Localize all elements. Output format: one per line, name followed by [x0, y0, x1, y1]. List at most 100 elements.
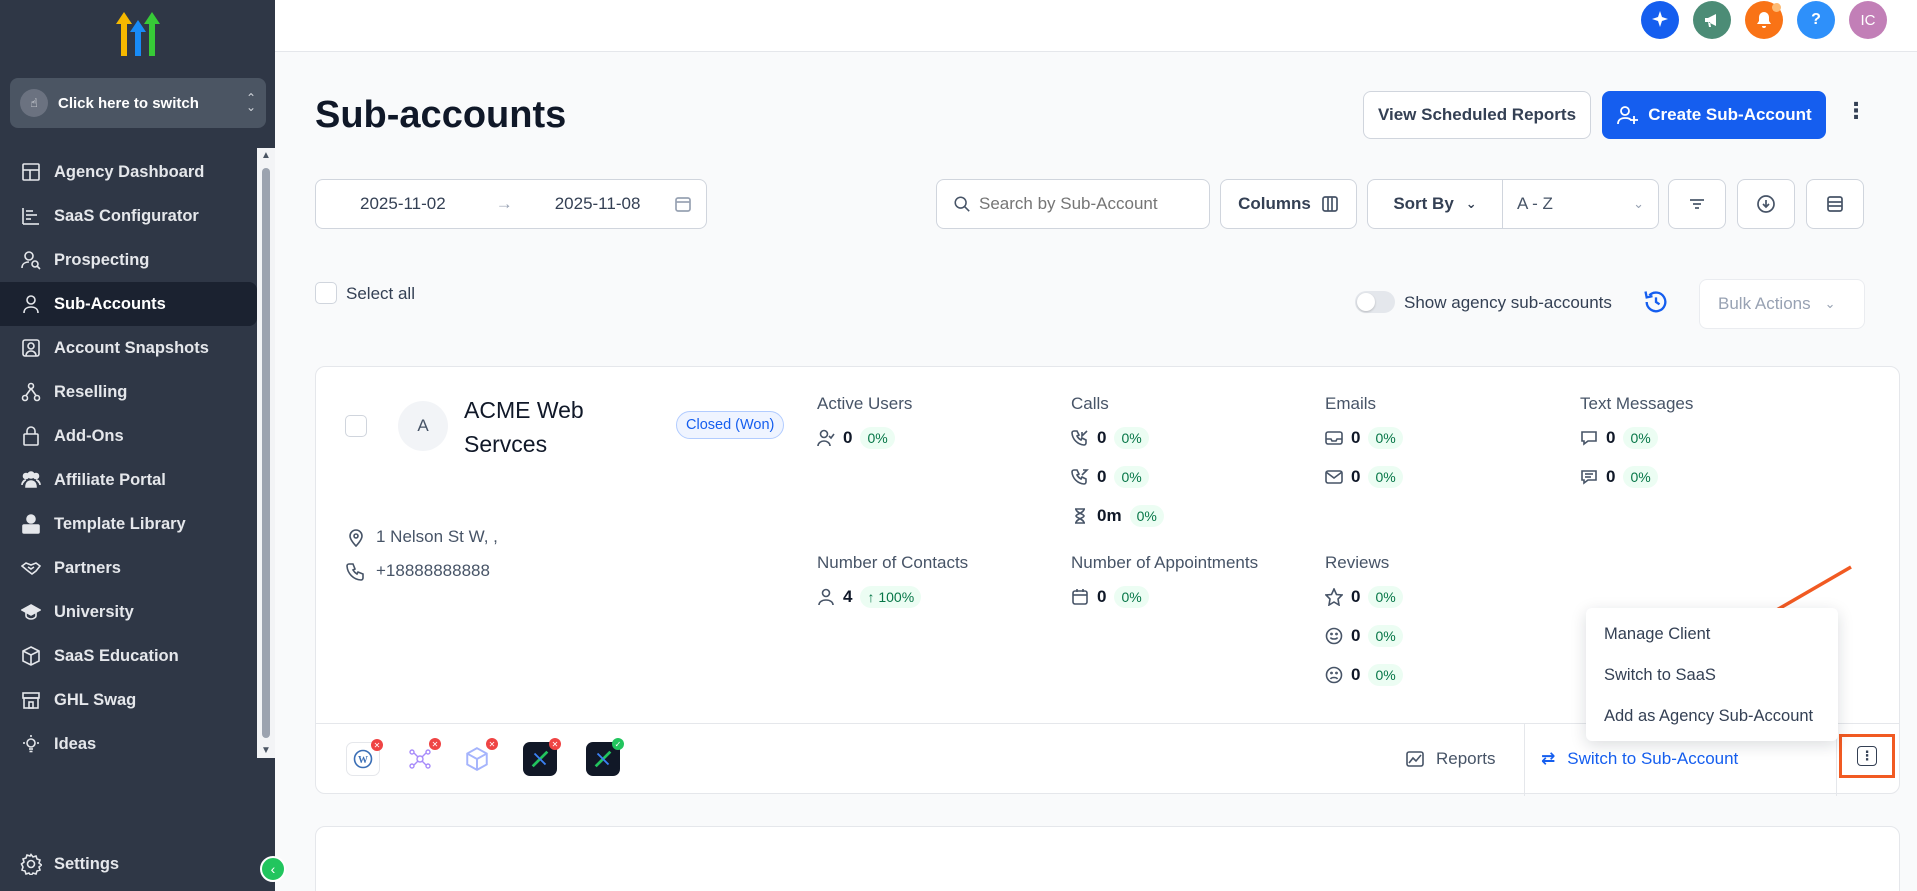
switch-to-sub-account-link[interactable]: ⇄ Switch to Sub-Account: [1541, 749, 1738, 769]
sidebar-item-agency-dashboard[interactable]: Agency Dashboard: [0, 150, 257, 194]
account-name[interactable]: ACME Web Servces: [464, 393, 634, 461]
reselling-icon: [20, 381, 42, 403]
sidebar-item-prospecting[interactable]: Prospecting: [0, 238, 257, 282]
stat-percent-badge: 0%: [1114, 586, 1149, 608]
footer-divider: [1524, 724, 1525, 796]
sidebar-item-ideas[interactable]: Ideas: [0, 722, 257, 766]
account-actions-menu: Manage Client Switch to SaaS Add as Agen…: [1586, 608, 1838, 741]
arrow-right-icon: →: [495, 194, 513, 213]
stat-percent-badge: ↑ 100%: [860, 586, 922, 608]
sidebar-scrollbar[interactable]: ▲ ▼: [257, 148, 275, 758]
more-options-icon[interactable]: ⋮: [1845, 98, 1867, 124]
stat-percent-badge: 0%: [1114, 427, 1149, 449]
sidebar-item-university[interactable]: University: [0, 590, 257, 634]
scroll-down-icon[interactable]: ▼: [261, 745, 271, 756]
user-plus-icon: [1617, 106, 1639, 125]
stat-value: 0m: [1097, 506, 1122, 525]
users-icon: [20, 469, 42, 491]
account-address: 1 Nelson St W, ,: [346, 527, 498, 547]
table-view-button[interactable]: [1806, 179, 1864, 229]
phone-incoming-icon: [1071, 430, 1088, 446]
scrollbar-thumb[interactable]: [262, 168, 270, 738]
account-checkbox[interactable]: [345, 415, 367, 437]
sidebar-item-ghl-swag[interactable]: GHL Swag: [0, 678, 257, 722]
help-button[interactable]: ?: [1797, 1, 1835, 39]
wordpress-integration[interactable]: W ✕: [346, 739, 383, 776]
sidebar-item-template-library[interactable]: Template Library: [0, 502, 257, 546]
sidebar-item-sub-accounts[interactable]: Sub-Accounts: [0, 282, 257, 326]
reports-link[interactable]: Reports: [1406, 749, 1496, 769]
address-text: 1 Nelson St W, ,: [376, 527, 498, 546]
sidebar-item-label: Agency Dashboard: [54, 162, 205, 181]
ai-assistant-button[interactable]: [1641, 1, 1679, 39]
create-sub-account-label: Create Sub-Account: [1648, 105, 1812, 124]
date-range-picker[interactable]: 2025-11-02 → 2025-11-08: [315, 179, 707, 229]
pointer-click-icon: ☝: [20, 89, 48, 117]
list-view-icon: [1827, 196, 1843, 212]
status-badge: Closed (Won): [676, 411, 785, 439]
sidebar-item-label: GHL Swag: [54, 690, 137, 709]
stat-emails-title: Emails: [1325, 394, 1377, 413]
stat-value: 0: [1351, 665, 1361, 684]
account-more-button[interactable]: ⋮: [1839, 734, 1895, 778]
switch-label: Switch to Sub-Account: [1567, 749, 1739, 768]
export-button[interactable]: [1737, 179, 1795, 229]
hexagon-integration[interactable]: ✕: [460, 738, 498, 776]
frown-icon: [1325, 666, 1343, 684]
sidebar-item-reselling[interactable]: Reselling: [0, 370, 257, 414]
search-field[interactable]: [936, 179, 1210, 229]
search-input[interactable]: [979, 194, 1199, 214]
menu-item-add-as-agency-sub-account[interactable]: Add as Agency Sub-Account: [1586, 696, 1838, 737]
menu-item-manage-client[interactable]: Manage Client: [1586, 614, 1838, 655]
sort-order-select[interactable]: A - Z ⌄: [1503, 194, 1658, 214]
sidebar-item-settings[interactable]: Settings: [20, 853, 119, 875]
scroll-up-icon[interactable]: ▲: [261, 150, 271, 161]
filter-button[interactable]: [1668, 179, 1726, 229]
sidebar-item-partners[interactable]: Partners: [0, 546, 257, 590]
disconnected-icon: ✕: [429, 738, 441, 750]
sidebar-item-label: Ideas: [54, 734, 97, 753]
stat-appointments: 0 0%: [1071, 586, 1149, 608]
stat-percent-badge: 0%: [1368, 427, 1403, 449]
smile-icon: [1325, 627, 1343, 645]
chevron-down-icon: ⌄: [1633, 196, 1644, 211]
bar-chart-icon: [20, 205, 42, 227]
bell-icon: [1757, 12, 1771, 28]
graduation-cap-icon: [20, 601, 42, 623]
chevron-down-icon: ⌄: [1465, 196, 1477, 211]
app-integration-1[interactable]: ✕: [523, 738, 561, 776]
columns-button[interactable]: Columns: [1220, 179, 1357, 229]
stat-percent-badge: 0%: [860, 427, 895, 449]
view-scheduled-reports-button[interactable]: View Scheduled Reports: [1363, 91, 1591, 139]
stat-percent-value: 100%: [878, 589, 915, 605]
announcements-button[interactable]: [1693, 1, 1731, 39]
sidebar-item-saas-configurator[interactable]: SaaS Configurator: [0, 194, 257, 238]
sidebar-item-label: Reselling: [54, 382, 128, 401]
notifications-button[interactable]: [1745, 1, 1783, 39]
show-agency-toggle[interactable]: [1355, 291, 1395, 313]
app-integration-2[interactable]: ✓: [586, 738, 624, 776]
menu-item-switch-to-saas[interactable]: Switch to SaaS: [1586, 655, 1838, 696]
sidebar-item-saas-education[interactable]: SaaS Education: [0, 634, 257, 678]
sidebar-item-add-ons[interactable]: Add-Ons: [0, 414, 257, 458]
account-switcher[interactable]: ☝ Click here to switch ⌃ ⌄: [10, 78, 266, 128]
main-content: Sub-accounts View Scheduled Reports Crea…: [275, 52, 1917, 891]
bulk-actions-label: Bulk Actions: [1718, 294, 1811, 313]
page-title: Sub-accounts: [315, 94, 567, 136]
sidebar-item-affiliate-portal[interactable]: Affiliate Portal: [0, 458, 257, 502]
app-logo[interactable]: [112, 10, 164, 58]
user-avatar[interactable]: IC: [1849, 1, 1887, 39]
create-sub-account-button[interactable]: Create Sub-Account: [1602, 91, 1826, 139]
sidebar-nav: Agency Dashboard SaaS Configurator Prosp…: [0, 150, 257, 766]
app-badge-icon: [531, 750, 549, 768]
columns-icon: [1322, 196, 1338, 212]
stat-percent-badge: 0%: [1368, 586, 1403, 608]
sidebar-item-label: Affiliate Portal: [54, 470, 166, 489]
sidebar-item-label: University: [54, 602, 134, 621]
sidebar-item-account-snapshots[interactable]: Account Snapshots: [0, 326, 257, 370]
bulk-actions-dropdown[interactable]: Bulk Actions ⌄: [1699, 279, 1865, 329]
sort-by-button[interactable]: Sort By ⌄: [1368, 180, 1503, 228]
network-integration[interactable]: ✕: [403, 738, 441, 776]
history-icon[interactable]: [1642, 288, 1670, 316]
select-all-checkbox[interactable]: [315, 282, 337, 304]
